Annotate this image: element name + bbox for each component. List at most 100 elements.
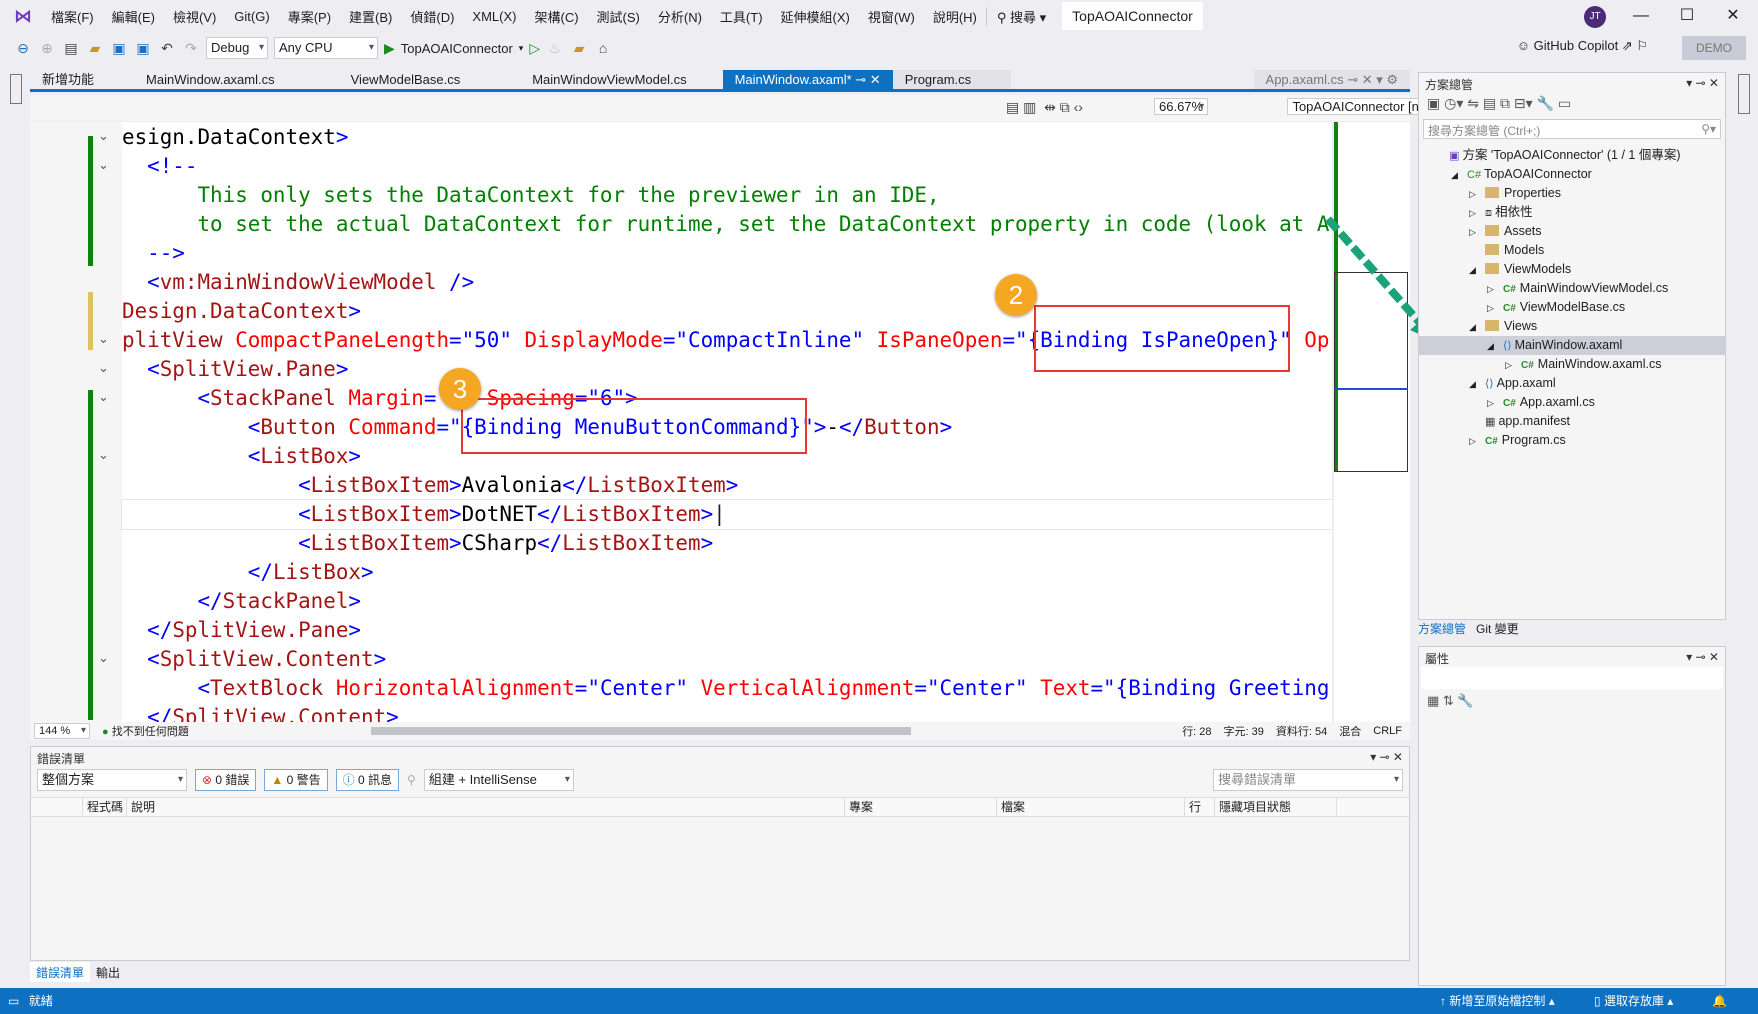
chevron-down-icon[interactable]: ▾ xyxy=(519,43,524,54)
save-all-icon[interactable]: ▣ xyxy=(134,40,152,57)
solution-tree-item[interactable]: ▷ C# App.axaml.cs xyxy=(1419,393,1725,412)
menu-debug[interactable]: 偵錯(D) xyxy=(401,7,463,26)
menu-architecture[interactable]: 架構(C) xyxy=(525,7,587,26)
menu-tools[interactable]: 工具(T) xyxy=(711,7,772,26)
collapse-icon[interactable]: ◢ xyxy=(1487,337,1503,356)
search-menu[interactable]: ⚲ 搜尋 ▾ xyxy=(985,6,1056,26)
menu-build[interactable]: 建置(B) xyxy=(340,7,401,26)
menu-extensions[interactable]: 延伸模組(X) xyxy=(772,7,859,26)
menu-xml[interactable]: XML(X) xyxy=(463,9,525,24)
column-line[interactable]: 行 xyxy=(1185,798,1215,816)
close-window-button[interactable]: ✕ xyxy=(1710,0,1756,32)
solution-tree-item[interactable]: ▷ C# MainWindow.axaml.cs xyxy=(1419,355,1725,374)
tab-app-axaml-cs[interactable]: App.axaml.cs ⊸ ✕ ▾ ⚙ xyxy=(1253,70,1410,89)
code-line[interactable]: --> xyxy=(122,239,185,268)
code-line[interactable]: This only sets the DataContext for the p… xyxy=(122,181,939,210)
platform-select[interactable]: Any CPU xyxy=(274,37,378,59)
solution-tree-item[interactable]: ◢ ⟨⟩ App.axaml xyxy=(1419,374,1725,393)
properties-toolbar[interactable]: ▦ ⇅ 🔧 xyxy=(1419,689,1725,713)
add-source-control-button[interactable]: ↑ 新增至原始檔控制 ▴ xyxy=(1440,988,1555,1014)
filter-icon[interactable]: ⚲ xyxy=(407,773,416,787)
open-folder-icon[interactable]: ▰ xyxy=(86,40,104,57)
code-line[interactable]: <!-- xyxy=(122,152,197,181)
tab-output[interactable]: 輸出 xyxy=(90,962,126,982)
line-ending-indicator[interactable]: CRLF xyxy=(1373,725,1402,737)
panel-window-controls[interactable]: ▾ ⊸ ✕ xyxy=(1686,650,1719,664)
warnings-filter-button[interactable]: ▲ 0 警告 xyxy=(264,769,328,791)
expand-icon[interactable]: ▷ xyxy=(1505,356,1521,375)
fold-chevron-icon[interactable]: ⌄ xyxy=(98,389,109,405)
avatar[interactable]: JT xyxy=(1584,6,1606,28)
expand-icon[interactable]: ▷ xyxy=(1487,299,1503,318)
panel-window-controls[interactable]: ▾ ⊸ ✕ xyxy=(1686,76,1719,90)
tab-mainwindow-axaml[interactable]: MainWindow.axaml* ⊸ ✕ xyxy=(722,70,893,89)
start-icon[interactable]: ▶ xyxy=(384,40,395,57)
toolbox-tab-icon[interactable] xyxy=(10,74,22,104)
new-item-icon[interactable]: ▤ xyxy=(62,40,80,57)
menu-git[interactable]: Git(G) xyxy=(225,9,278,24)
menu-view[interactable]: 檢視(V) xyxy=(164,7,225,26)
back-icon[interactable]: ⊖ xyxy=(14,40,32,57)
solution-toolbar[interactable]: ▣ ◷▾ ⇋ ▤ ⧉ ⊟▾ 🔧 ▭ xyxy=(1419,93,1725,119)
fold-chevron-icon[interactable]: ⌄ xyxy=(98,360,109,376)
column-project[interactable]: 專案 xyxy=(845,798,997,816)
expand-icon[interactable]: ▷ xyxy=(1469,223,1485,242)
configuration-select[interactable]: Debug xyxy=(206,37,268,59)
code-line[interactable]: <ListBox> xyxy=(122,442,361,471)
menu-project[interactable]: 專案(P) xyxy=(279,7,340,26)
collapse-icon[interactable]: ◢ xyxy=(1469,318,1485,337)
code-line[interactable]: <TextBlock HorizontalAlignment="Center" … xyxy=(122,674,1329,703)
code-line[interactable]: to set the actual DataContext for runtim… xyxy=(122,210,1329,239)
hot-reload-icon[interactable]: ♨ xyxy=(546,40,564,57)
select-repository-button[interactable]: ▯ 選取存放庫 ▴ xyxy=(1594,988,1673,1014)
fold-chevron-icon[interactable]: ⌄ xyxy=(98,650,109,666)
tab-new-features[interactable]: 新增功能 xyxy=(30,70,107,89)
split-view-icons[interactable]: ▤ ▥ ⇹ ⧉ ‹› xyxy=(1006,99,1083,116)
solution-tree-item[interactable]: ◢ Views xyxy=(1419,317,1725,336)
solution-tree-item[interactable]: ▷ C# Program.cs xyxy=(1419,431,1725,450)
solution-search-input[interactable]: 搜尋方案總管 (Ctrl+;) ⚲▾ xyxy=(1423,119,1721,139)
share-icon[interactable]: ⇗ xyxy=(1622,38,1633,53)
start-without-debug-icon[interactable]: ▷ xyxy=(529,40,540,57)
messages-filter-button[interactable]: ⓘ 0 訊息 xyxy=(335,769,400,791)
code-line[interactable]: Design.DataContext> xyxy=(122,297,361,326)
code-line[interactable]: <ListBoxItem>CSharp</ListBoxItem> xyxy=(122,529,713,558)
notifications-icon[interactable]: 🔔 xyxy=(1712,988,1727,1014)
designer-zoom-select[interactable]: 66.67% xyxy=(1154,98,1209,115)
editor-zoom-select[interactable]: 144 % xyxy=(34,723,90,739)
code-line[interactable]: </SplitView.Pane> xyxy=(122,616,361,645)
window-layout-icon[interactable]: ⌂ xyxy=(594,40,612,56)
solution-tree-item[interactable]: ▷ C# MainWindowViewModel.cs xyxy=(1419,279,1725,298)
tab-mainwindowviewmodel[interactable]: MainWindowViewModel.cs xyxy=(496,70,723,89)
collapse-icon[interactable]: ◢ xyxy=(1451,166,1467,185)
expand-icon[interactable]: ▷ xyxy=(1469,432,1485,451)
menu-window[interactable]: 視窗(W) xyxy=(859,7,924,26)
forward-icon[interactable]: ⊕ xyxy=(38,40,56,57)
collapse-icon[interactable]: ◢ xyxy=(1469,375,1485,394)
source-select[interactable]: 組建 + IntelliSense xyxy=(423,769,574,791)
pin-icon[interactable]: ⊸ xyxy=(855,72,866,87)
panel-window-controls[interactable]: ▾ ⊸ ✕ xyxy=(1370,750,1403,764)
start-debug-button[interactable]: TopAOAIConnector xyxy=(401,41,513,56)
expand-icon[interactable]: ▷ xyxy=(1469,185,1485,204)
properties-object-select[interactable] xyxy=(1421,667,1723,689)
column-code[interactable]: 程式碼 xyxy=(83,798,127,816)
solution-tree-item[interactable]: ◢ ViewModels xyxy=(1419,260,1725,279)
menu-analyze[interactable]: 分析(N) xyxy=(649,7,711,26)
save-icon[interactable]: ▣ xyxy=(110,40,128,57)
solution-tree-item[interactable]: ▣ 方案 'TopAOAIConnector' (1 / 1 個專案) xyxy=(1419,146,1725,165)
code-line[interactable]: <SplitView.Pane> xyxy=(122,355,348,384)
code-line[interactable]: <SplitView.Content> xyxy=(122,645,386,674)
no-issues-indicator[interactable]: ● 找不到任何問題 xyxy=(102,723,189,739)
fold-chevron-icon[interactable]: ⌄ xyxy=(98,447,109,463)
close-tab-icon[interactable]: ✕ xyxy=(870,72,881,87)
maximize-button[interactable]: ☐ xyxy=(1664,0,1710,32)
fold-chevron-icon[interactable]: ⌄ xyxy=(98,157,109,173)
column-file[interactable]: 檔案 xyxy=(997,798,1185,816)
redo-icon[interactable]: ↷ xyxy=(182,40,200,57)
solution-tree-item[interactable]: ▷ Properties xyxy=(1419,184,1725,203)
tab-viewmodelbase[interactable]: ViewModelBase.cs xyxy=(314,70,497,89)
code-line[interactable]: esign.DataContext> xyxy=(122,123,348,152)
minimize-button[interactable]: — xyxy=(1618,0,1664,32)
solution-tree-item[interactable]: ▷ ⧈ 相依性 xyxy=(1419,203,1725,222)
